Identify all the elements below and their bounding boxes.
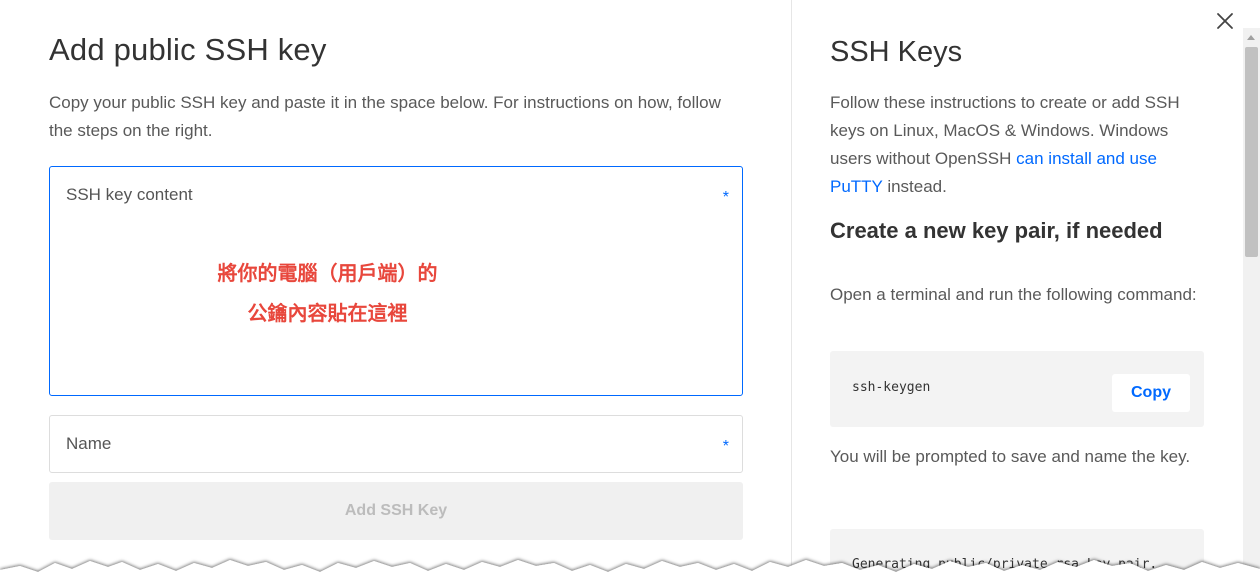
annotation-line-2: 公鑰內容貼在這裡 [247, 301, 408, 325]
output-code-block: Generating public/private rsa key pair. [830, 529, 1204, 587]
required-marker: * [722, 438, 729, 455]
required-marker: * [722, 189, 729, 206]
help-intro-after: instead. [882, 177, 947, 196]
form-title: Add public SSH key [49, 32, 327, 67]
name-label: Name [66, 434, 112, 453]
ssh-help-panel: SSH Keys Follow these instructions to cr… [791, 0, 1260, 587]
scrollbar-thumb[interactable] [1245, 47, 1258, 257]
help-heading: Create a new key pair, if needed [830, 218, 1163, 243]
help-step-1: Open a terminal and run the following co… [830, 285, 1197, 304]
add-ssh-key-button[interactable]: Add SSH Key [49, 482, 743, 540]
copy-button[interactable]: Copy [1112, 374, 1190, 412]
help-intro: Follow these instructions to create or a… [830, 89, 1210, 201]
form-description: Copy your public SSH key and paste it in… [49, 93, 721, 140]
annotation-line-1: 將你的電腦（用戶端）的 [217, 261, 438, 285]
add-key-form-panel: Add public SSH key Copy your public SSH … [0, 0, 791, 587]
ssh-key-content-label: SSH key content [66, 185, 193, 204]
help-title: SSH Keys [830, 36, 963, 68]
help-step-2: You will be prompted to save and name th… [830, 447, 1191, 466]
ssh-keygen-command: ssh-keygen [852, 380, 931, 395]
command-code-block: ssh-keygen Copy [830, 351, 1204, 427]
close-icon[interactable] [1214, 10, 1236, 32]
scroll-up-arrow-icon[interactable] [1247, 35, 1255, 40]
paste-annotation: 將你的電腦（用戶端）的 公鑰內容貼在這裡 [50, 253, 605, 333]
keygen-output: Generating public/private rsa key pair. [852, 557, 1158, 572]
ssh-key-content-textarea[interactable]: SSH key content * 將你的電腦（用戶端）的 公鑰內容貼在這裡 [49, 166, 743, 396]
name-field[interactable]: Name * [49, 415, 743, 473]
